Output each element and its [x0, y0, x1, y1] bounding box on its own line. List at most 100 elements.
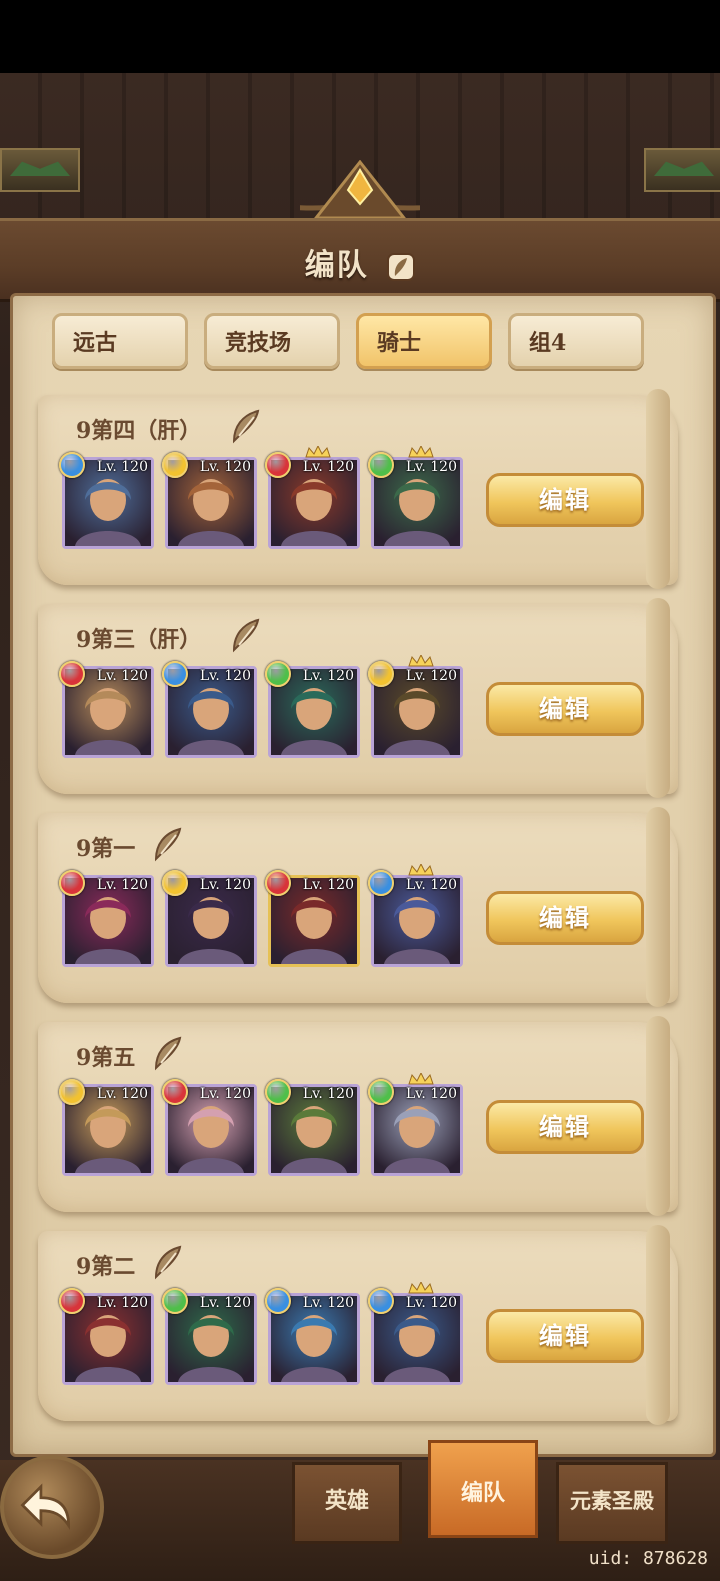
tab-label: 组4	[529, 330, 567, 356]
team-card: 9第五 Lv. 120 Lv. 120 Lv. 120 Lv. 120 编辑	[38, 1016, 678, 1216]
rename-quill-icon[interactable]	[230, 618, 262, 654]
edit-button[interactable]: 编辑	[486, 1100, 644, 1154]
crown-icon	[408, 655, 434, 667]
page-title: 编队	[0, 240, 720, 284]
hero-level: Lv. 120	[199, 459, 251, 475]
rename-quill-icon[interactable]	[152, 1036, 184, 1072]
water-element-icon	[59, 452, 85, 478]
team-name: 9第二	[76, 1254, 136, 1280]
hero-slot[interactable]: Lv. 120	[162, 1079, 257, 1176]
team-name: 9第五	[76, 1045, 136, 1071]
team-name: 9第四（肝）	[76, 418, 202, 444]
fire-element-icon	[59, 870, 85, 896]
hero-level: Lv. 120	[199, 877, 251, 893]
hero-level: Lv. 120	[96, 877, 148, 893]
fire-element-icon	[265, 452, 291, 478]
crown-icon	[408, 864, 434, 876]
hero-level: Lv. 120	[405, 668, 457, 684]
bottom-tab-label: 英雄	[324, 1488, 369, 1514]
nature-element-icon	[162, 1288, 188, 1314]
tab-label: 远古	[73, 330, 118, 356]
rename-quill-icon[interactable]	[387, 253, 416, 281]
nature-element-icon	[265, 661, 291, 687]
fire-element-icon	[162, 1079, 188, 1105]
crown-icon	[408, 1073, 434, 1085]
team-card: 9第一 Lv. 120 Lv. 120 Lv. 120 Lv. 120 编辑	[38, 807, 678, 1007]
hero-level: Lv. 120	[199, 1295, 251, 1311]
edit-button[interactable]: 编辑	[486, 891, 644, 945]
tab-4[interactable]: 组4	[508, 313, 644, 369]
bottom-tab-1[interactable]: 英雄	[292, 1462, 402, 1544]
hero-slot[interactable]: Lv. 120	[368, 1073, 463, 1176]
hero-level: Lv. 120	[302, 1295, 354, 1311]
light-element-icon	[59, 1079, 85, 1105]
hero-level: Lv. 120	[405, 1086, 457, 1102]
hero-level: Lv. 120	[96, 459, 148, 475]
bottom-tab-3[interactable]: 元素圣殿	[556, 1462, 668, 1544]
hero-slot[interactable]: Lv. 120	[162, 870, 257, 967]
uid-label: uid: 878628	[588, 1548, 708, 1569]
page-title-text: 编队	[304, 248, 369, 283]
hero-slot[interactable]: Lv. 120	[265, 446, 360, 549]
hero-level: Lv. 120	[199, 668, 251, 684]
rename-quill-icon[interactable]	[152, 827, 184, 863]
nature-element-icon	[368, 1079, 394, 1105]
hero-level: Lv. 120	[405, 459, 457, 475]
hero-slot[interactable]: Lv. 120	[265, 661, 360, 758]
hero-slot[interactable]: Lv. 120	[368, 655, 463, 758]
hero-slot[interactable]: Lv. 120	[59, 661, 154, 758]
hero-slot[interactable]: Lv. 120	[59, 1288, 154, 1385]
nature-element-icon	[368, 452, 394, 478]
team-name: 9第一	[76, 836, 136, 862]
edit-button[interactable]: 编辑	[486, 682, 644, 736]
hero-slot[interactable]: Lv. 120	[265, 870, 360, 967]
back-arrow-icon[interactable]	[0, 1455, 104, 1559]
bottom-tab-label: 元素圣殿	[570, 1488, 654, 1513]
edit-button[interactable]: 编辑	[486, 1309, 644, 1363]
hero-slot[interactable]: Lv. 120	[162, 452, 257, 549]
team-card: 9第三（肝） Lv. 120 Lv. 120 Lv. 120 Lv. 120 编辑	[38, 598, 678, 798]
light-element-icon	[162, 870, 188, 896]
crown-icon	[408, 446, 434, 458]
hero-level: Lv. 120	[302, 1086, 354, 1102]
water-element-icon	[265, 1288, 291, 1314]
left-pillar-ornament	[0, 148, 80, 192]
tab-2[interactable]: 竞技场	[204, 313, 340, 369]
bottom-tab-2[interactable]: 编队	[428, 1440, 538, 1538]
hero-slot[interactable]: Lv. 120	[59, 1079, 154, 1176]
tab-3[interactable]: 骑士	[356, 313, 492, 369]
water-element-icon	[368, 1288, 394, 1314]
fire-element-icon	[59, 1288, 85, 1314]
hero-slot[interactable]: Lv. 120	[368, 1282, 463, 1385]
light-element-icon	[368, 661, 394, 687]
rename-quill-icon[interactable]	[230, 409, 262, 445]
hero-slot[interactable]: Lv. 120	[368, 864, 463, 967]
rename-quill-icon[interactable]	[152, 1245, 184, 1281]
hero-slot[interactable]: Lv. 120	[59, 870, 154, 967]
hero-slot[interactable]: Lv. 120	[265, 1288, 360, 1385]
hero-slot[interactable]: Lv. 120	[368, 446, 463, 549]
tab-label: 竞技场	[225, 330, 292, 356]
crown-icon	[305, 446, 331, 458]
hero-level: Lv. 120	[96, 668, 148, 684]
hero-level: Lv. 120	[199, 1086, 251, 1102]
hero-level: Lv. 120	[405, 877, 457, 893]
tab-label: 骑士	[377, 330, 422, 356]
team-card: 9第二 Lv. 120 Lv. 120 Lv. 120 Lv. 120 编辑	[38, 1225, 678, 1425]
hero-slot[interactable]: Lv. 120	[265, 1079, 360, 1176]
water-element-icon	[162, 661, 188, 687]
fire-element-icon	[265, 870, 291, 896]
bottom-tab-label: 编队	[460, 1480, 505, 1506]
hero-level: Lv. 120	[96, 1295, 148, 1311]
hero-slot[interactable]: Lv. 120	[59, 452, 154, 549]
fire-element-icon	[59, 661, 85, 687]
edit-button[interactable]: 编辑	[486, 473, 644, 527]
hero-level: Lv. 120	[302, 459, 354, 475]
team-card: 9第四（肝） Lv. 120 Lv. 120 Lv. 120 Lv. 120 编辑	[38, 389, 678, 589]
tab-1[interactable]: 远古	[52, 313, 188, 369]
hero-slot[interactable]: Lv. 120	[162, 661, 257, 758]
light-element-icon	[162, 452, 188, 478]
hero-slot[interactable]: Lv. 120	[162, 1288, 257, 1385]
crown-icon	[408, 1282, 434, 1294]
status-bar	[0, 0, 720, 73]
